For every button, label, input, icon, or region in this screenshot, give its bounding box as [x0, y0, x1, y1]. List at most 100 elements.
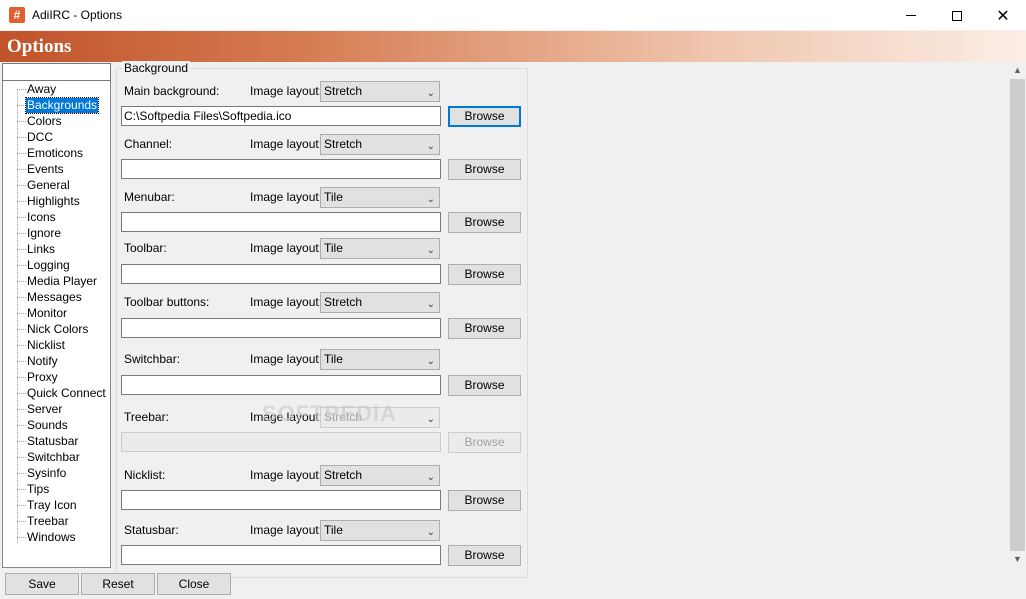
nicklist-browse-button[interactable]: Browse — [448, 490, 521, 511]
tree-item-general[interactable]: General — [3, 178, 110, 194]
tree-item-label: Colors — [27, 114, 62, 128]
maximize-icon — [952, 10, 962, 21]
tree-item-ignore[interactable]: Ignore — [3, 226, 110, 242]
channel-layout-label: Image layout: — [250, 137, 323, 151]
statusbar-label: Statusbar: — [124, 523, 179, 537]
tree-item-tray-icon[interactable]: Tray Icon — [3, 498, 110, 514]
tree-item-label: Away — [27, 82, 57, 96]
toolbar-buttons-layout-select[interactable]: Stretch ⌄ — [320, 292, 440, 313]
tree-branch-line — [17, 233, 26, 234]
chevron-down-icon: ⌄ — [426, 414, 435, 425]
toolbar-browse-button[interactable]: Browse — [448, 264, 521, 285]
save-button[interactable]: Save — [5, 573, 79, 595]
menubar-layout-select[interactable]: Tile ⌄ — [320, 187, 440, 208]
tree-item-label: Highlights — [27, 194, 80, 208]
scroll-thumb[interactable] — [1010, 79, 1025, 551]
tree-item-sysinfo[interactable]: Sysinfo — [3, 466, 110, 482]
tree-item-highlights[interactable]: Highlights — [3, 194, 110, 210]
tree-item-label: Proxy — [27, 370, 58, 384]
channel-path-input[interactable] — [121, 159, 441, 179]
tree-item-label: Media Player — [27, 274, 98, 288]
tree-item-proxy[interactable]: Proxy — [3, 370, 110, 386]
tree-item-switchbar[interactable]: Switchbar — [3, 450, 110, 466]
nicklist-layout-value: Stretch — [324, 468, 363, 482]
tree-branch-line — [17, 345, 26, 346]
menubar-browse-button[interactable]: Browse — [448, 212, 521, 233]
tree-branch-line — [17, 521, 26, 522]
tree-item-links[interactable]: Links — [3, 242, 110, 258]
tree-item-quick-connect[interactable]: Quick Connect — [3, 386, 110, 402]
tree-search-input[interactable] — [2, 63, 111, 81]
tree-item-server[interactable]: Server — [3, 402, 110, 418]
tree-branch-line — [17, 393, 26, 394]
tree-branch-line — [17, 153, 26, 154]
switchbar-path-input[interactable] — [121, 375, 441, 395]
tree-item-label: Logging — [27, 258, 70, 272]
main-background-layout-label: Image layout: — [250, 84, 323, 98]
toolbar-path-input[interactable] — [121, 264, 441, 284]
tree-branch-line — [17, 409, 26, 410]
chevron-down-icon: ⌄ — [426, 141, 435, 152]
main-background-browse-button[interactable]: Browse — [448, 106, 521, 127]
minimize-button[interactable] — [888, 0, 934, 31]
scroll-up-icon[interactable]: ▲ — [1009, 62, 1026, 79]
statusbar-layout-select[interactable]: Tile ⌄ — [320, 520, 440, 541]
tree-item-sounds[interactable]: Sounds — [3, 418, 110, 434]
tree-item-messages[interactable]: Messages — [3, 290, 110, 306]
tree-item-statusbar[interactable]: Statusbar — [3, 434, 110, 450]
tree-item-windows[interactable]: Windows — [3, 530, 110, 546]
tree-item-dcc[interactable]: DCC — [3, 130, 110, 146]
tree-item-away[interactable]: Away — [3, 82, 110, 98]
reset-button[interactable]: Reset — [81, 573, 155, 595]
switchbar-browse-button[interactable]: Browse — [448, 375, 521, 396]
statusbar-browse-button[interactable]: Browse — [448, 545, 521, 566]
tree-item-logging[interactable]: Logging — [3, 258, 110, 274]
nicklist-layout-select[interactable]: Stretch ⌄ — [320, 465, 440, 486]
tree-item-treebar[interactable]: Treebar — [3, 514, 110, 530]
tree-item-events[interactable]: Events — [3, 162, 110, 178]
close-button[interactable]: Close — [157, 573, 231, 595]
menubar-path-input[interactable] — [121, 212, 441, 232]
vertical-scrollbar[interactable]: ▲ ▼ — [1009, 62, 1026, 568]
tree-item-label: Messages — [27, 290, 82, 304]
tree-branch-line — [17, 441, 26, 442]
tree-item-emoticons[interactable]: Emoticons — [3, 146, 110, 162]
tree-item-notify[interactable]: Notify — [3, 354, 110, 370]
toolbar-buttons-browse-button[interactable]: Browse — [448, 318, 521, 339]
close-window-button[interactable]: ✕ — [980, 0, 1026, 31]
options-tree[interactable]: Away Backgrounds Colors DCC Emoticons Events G… — [2, 81, 111, 568]
switchbar-layout-value: Tile — [324, 352, 343, 366]
main-background-label: Main background: — [124, 84, 220, 98]
switchbar-label: Switchbar: — [124, 352, 181, 366]
tree-branch-line — [17, 89, 26, 90]
tree-item-colors[interactable]: Colors — [3, 114, 110, 130]
tree-item-monitor[interactable]: Monitor — [3, 306, 110, 322]
toolbar-buttons-layout-label: Image layout: — [250, 295, 323, 309]
treebar-label: Treebar: — [124, 410, 169, 424]
tree-item-media-player[interactable]: Media Player — [3, 274, 110, 290]
tree-branch-line — [17, 265, 26, 266]
chevron-down-icon: ⌄ — [426, 527, 435, 538]
tree-item-tips[interactable]: Tips — [3, 482, 110, 498]
toolbar-buttons-path-input[interactable] — [121, 318, 441, 338]
scroll-down-icon[interactable]: ▼ — [1009, 551, 1026, 568]
toolbar-layout-select[interactable]: Tile ⌄ — [320, 238, 440, 259]
tree-item-label: DCC — [27, 130, 53, 144]
switchbar-layout-select[interactable]: Tile ⌄ — [320, 349, 440, 370]
channel-browse-button[interactable]: Browse — [448, 159, 521, 180]
tree-item-icons[interactable]: Icons — [3, 210, 110, 226]
channel-layout-select[interactable]: Stretch ⌄ — [320, 134, 440, 155]
menubar-label: Menubar: — [124, 190, 175, 204]
tree-item-backgrounds[interactable]: Backgrounds — [3, 97, 110, 114]
tree-branch-line — [17, 489, 26, 490]
tree-item-label: Icons — [27, 210, 56, 224]
statusbar-path-input[interactable] — [121, 545, 441, 565]
tree-item-nick-colors[interactable]: Nick Colors — [3, 322, 110, 338]
tree-item-nicklist[interactable]: Nicklist — [3, 338, 110, 354]
maximize-button[interactable] — [934, 0, 980, 31]
main-background-path-input[interactable]: C:\Softpedia Files\Softpedia.ico — [121, 106, 441, 126]
options-banner: Options — [0, 31, 1026, 62]
nicklist-path-input[interactable] — [121, 490, 441, 510]
tree-branch-line — [17, 361, 26, 362]
main-background-layout-select[interactable]: Stretch ⌄ — [320, 81, 440, 102]
